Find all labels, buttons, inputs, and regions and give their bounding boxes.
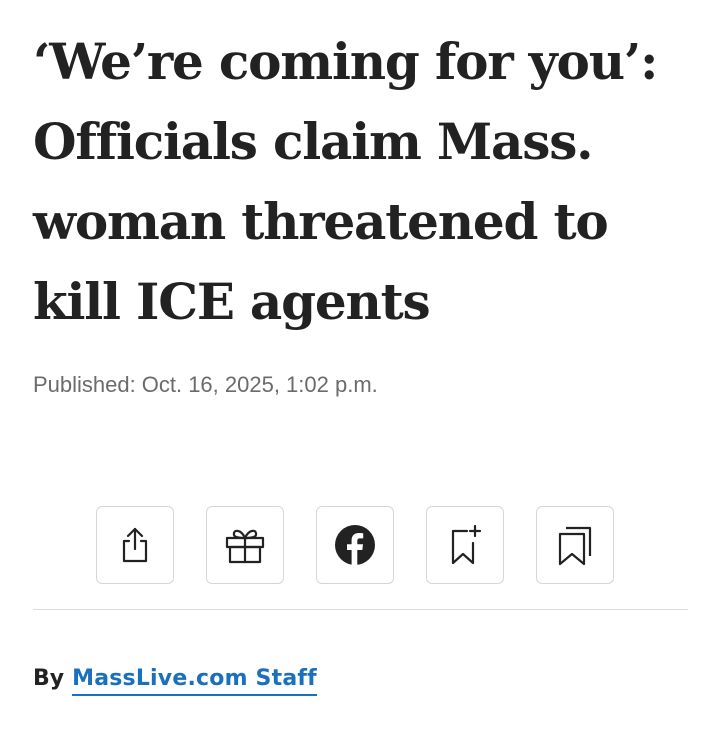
- published-date: Oct. 16, 2025, 1:02 p.m.: [141, 372, 378, 397]
- published-label: Published:: [33, 372, 136, 397]
- section-divider: [33, 609, 688, 610]
- gift-button[interactable]: [206, 506, 284, 584]
- byline: By MassLive.com Staff: [33, 666, 317, 696]
- share-icon: [122, 527, 148, 563]
- author-link[interactable]: MassLive.com Staff: [72, 666, 317, 696]
- bookmarks-icon: [558, 526, 592, 566]
- facebook-button[interactable]: [316, 506, 394, 584]
- bookmark-add-icon: [451, 524, 482, 565]
- bookmark-add-button[interactable]: [426, 506, 504, 584]
- saved-articles-button[interactable]: [536, 506, 614, 584]
- share-toolbar: [96, 506, 614, 584]
- article-headline: ‘We’re coming for you’: Officials claim …: [33, 32, 659, 331]
- published-timestamp: Published: Oct. 16, 2025, 1:02 p.m.: [33, 372, 378, 398]
- facebook-icon: [335, 525, 375, 566]
- gift-icon: [225, 529, 265, 564]
- share-button[interactable]: [96, 506, 174, 584]
- byline-prefix: By: [33, 666, 65, 691]
